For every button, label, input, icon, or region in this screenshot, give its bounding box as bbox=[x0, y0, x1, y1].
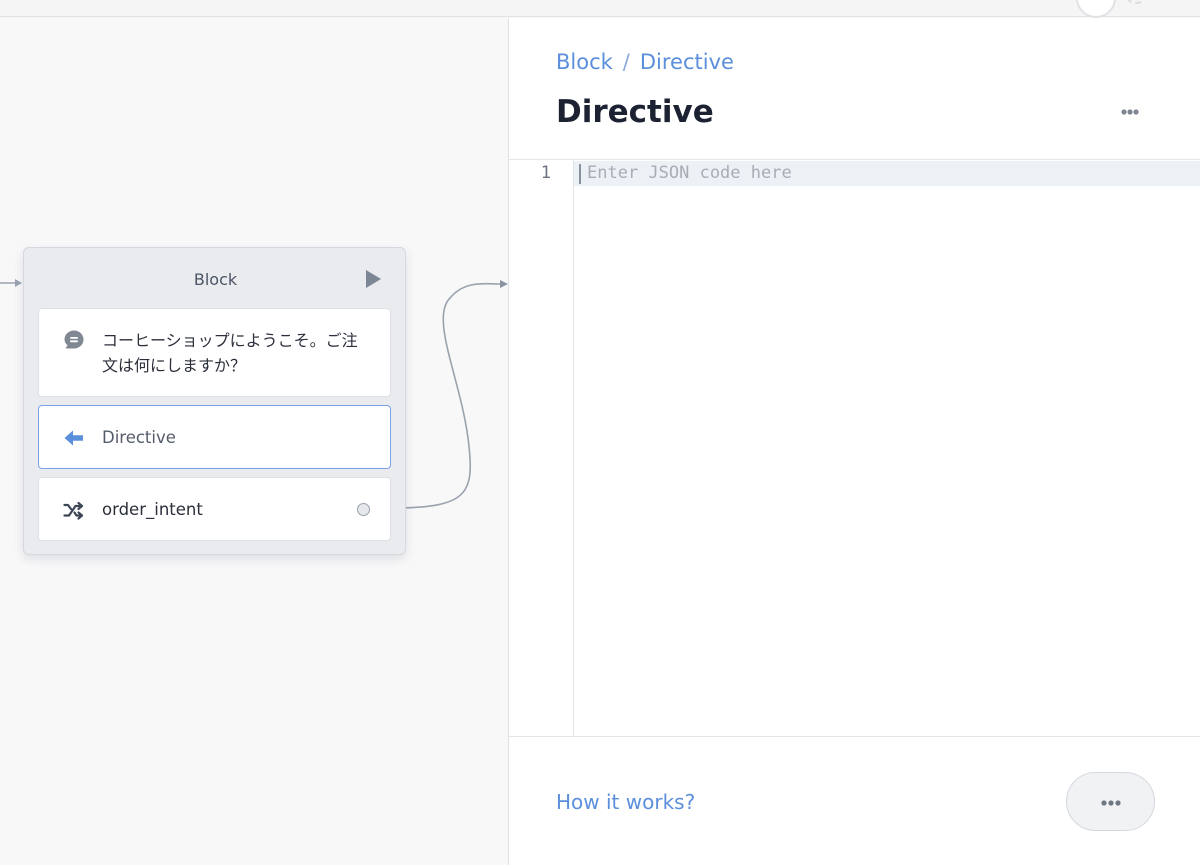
status-indicator[interactable] bbox=[1124, 0, 1148, 4]
directive-panel: Block / Directive Directive 1 Enter JSON c… bbox=[508, 18, 1200, 865]
flow-canvas[interactable]: Block コーヒーショップにようこそ。ご注文は何にしますか？ Directiv… bbox=[0, 18, 508, 865]
arrow-left-icon bbox=[64, 430, 83, 446]
directive-item[interactable]: Directive bbox=[38, 405, 391, 469]
user-avatar[interactable] bbox=[1076, 0, 1116, 18]
play-icon[interactable] bbox=[364, 269, 382, 289]
block-title: Block bbox=[193, 270, 238, 289]
top-bar bbox=[0, 0, 1200, 18]
page-title: Directive bbox=[556, 94, 714, 130]
flow-block[interactable]: Block コーヒーショップにようこそ。ご注文は何にしますか？ Directiv… bbox=[23, 247, 406, 555]
outgoing-connector-arrow bbox=[500, 280, 508, 288]
incoming-connector-arrow bbox=[15, 279, 22, 287]
chat-bubble-icon bbox=[64, 330, 84, 349]
more-options-icon[interactable] bbox=[1113, 102, 1147, 122]
intent-item[interactable]: order_intent bbox=[38, 477, 391, 541]
connection-port[interactable] bbox=[357, 503, 370, 516]
editor-placeholder[interactable]: Enter JSON code here bbox=[587, 161, 792, 186]
line-number: 1 bbox=[540, 163, 551, 183]
breadcrumb-block-link[interactable]: Block bbox=[556, 50, 613, 74]
message-text: コーヒーショップにようこそ。ご注文は何にしますか？ bbox=[102, 331, 358, 375]
intent-label: order_intent bbox=[102, 500, 203, 519]
line-gutter bbox=[509, 160, 574, 736]
how-it-works-link[interactable]: How it works? bbox=[556, 790, 695, 814]
shuffle-icon bbox=[63, 501, 84, 520]
more-actions-button[interactable] bbox=[1066, 772, 1155, 831]
outgoing-connector-line bbox=[391, 282, 501, 509]
ellipsis-icon bbox=[1101, 800, 1121, 806]
breadcrumb: Block / Directive bbox=[556, 50, 734, 74]
breadcrumb-directive-link[interactable]: Directive bbox=[640, 50, 734, 74]
breadcrumb-separator: / bbox=[622, 50, 630, 74]
message-item[interactable]: コーヒーショップにようこそ。ご注文は何にしますか？ bbox=[38, 308, 391, 397]
text-cursor bbox=[579, 164, 581, 184]
json-code-editor[interactable]: 1 Enter JSON code here bbox=[509, 159, 1200, 737]
directive-label: Directive bbox=[102, 428, 176, 447]
